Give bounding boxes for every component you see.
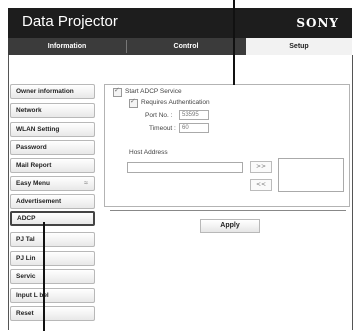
sidebar-item-wlan-setting[interactable]: WLAN Setting: [10, 122, 95, 137]
sidebar-item-adcp[interactable]: ADCP: [10, 211, 95, 226]
requires-auth-checkbox[interactable]: [129, 97, 138, 108]
main-tabs: Information Control Setup: [8, 38, 352, 55]
port-input[interactable]: 53595: [179, 110, 209, 120]
sidebar-item-easy-menu[interactable]: Easy Menu ≈: [10, 176, 95, 191]
app-title: Data Projector: [22, 13, 118, 30]
sidebar-item-owner-information[interactable]: Owner information: [10, 84, 95, 99]
start-service-label: Start ADCP Service: [125, 88, 182, 95]
sidebar-item-pj-talk[interactable]: PJ Tal: [10, 232, 95, 247]
port-label: Port No. :: [145, 112, 173, 119]
sidebar-item-label: Servic: [16, 273, 36, 280]
timeout-label: Timeout :: [149, 125, 176, 132]
host-address-input[interactable]: [127, 162, 243, 173]
sidebar-item-label: Easy Menu: [16, 180, 50, 187]
tab-information[interactable]: Information: [8, 38, 126, 55]
brand-logo: SONY: [296, 16, 339, 30]
sidebar-item-label: Reset: [16, 310, 34, 317]
sidebar-item-label: Advertisement: [16, 198, 62, 205]
sidebar-item-input-label[interactable]: Input L bel: [10, 288, 95, 303]
sidebar-item-label: ADCP: [17, 215, 36, 222]
callout-line-panel: [233, 0, 235, 85]
tab-control[interactable]: Control: [127, 38, 245, 55]
sidebar-item-service[interactable]: Servic: [10, 269, 95, 284]
divider: [110, 210, 346, 211]
sidebar-item-label: Owner information: [16, 88, 74, 95]
host-address-label: Host Address: [129, 149, 168, 156]
sidebar-item-label: Network: [16, 107, 42, 114]
app-header: Data Projector SONY: [8, 8, 352, 38]
requires-auth-label: Requires Authentication: [141, 99, 210, 106]
sidebar-item-label: PJ Tal: [16, 236, 35, 243]
sidebar-item-reset[interactable]: Reset: [10, 306, 95, 321]
sidebar-item-label: Mail Report: [16, 162, 52, 169]
remove-host-button[interactable]: <<: [250, 179, 272, 191]
sidebar-item-pj-link[interactable]: PJ Lin: [10, 251, 95, 266]
sidebar-item-password[interactable]: Password: [10, 140, 95, 155]
host-list-box[interactable]: [278, 158, 344, 192]
apply-button[interactable]: Apply: [200, 219, 260, 233]
tab-setup[interactable]: Setup: [246, 38, 352, 55]
adcp-settings-panel: Start ADCP Service Requires Authenticati…: [104, 84, 350, 207]
start-service-checkbox[interactable]: [113, 86, 122, 97]
add-host-button[interactable]: >>: [250, 161, 272, 173]
sidebar-item-mail-report[interactable]: Mail Report: [10, 158, 95, 173]
sidebar-item-label: WLAN Setting: [16, 126, 60, 133]
sidebar-item-label: PJ Lin: [16, 255, 36, 262]
callout-line-adcp: [43, 222, 45, 331]
sidebar-item-advertisement[interactable]: Advertisement: [10, 194, 95, 209]
sidebar-item-label: Password: [16, 144, 47, 151]
sidebar-item-network[interactable]: Network: [10, 103, 95, 118]
timeout-input[interactable]: 60: [179, 123, 209, 133]
chevron-down-icon: ≈: [84, 180, 88, 187]
